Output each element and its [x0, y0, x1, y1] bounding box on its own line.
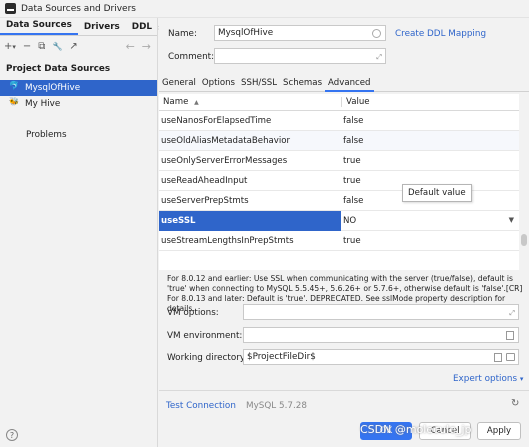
column-name-text: Name [163, 97, 189, 107]
add-icon[interactable]: +▾ [4, 41, 16, 52]
vm-environment-label: VM environment: [167, 331, 243, 341]
back-icon[interactable]: ← [126, 40, 135, 53]
row-value: NO [343, 215, 357, 226]
test-connection-link[interactable]: Test Connection [166, 401, 236, 411]
copy-icon[interactable]: ⧉ [38, 41, 45, 52]
apply-button[interactable]: Apply [477, 422, 521, 440]
hive-icon [9, 97, 19, 109]
app-icon [5, 3, 16, 14]
name-input[interactable]: MysqlOfHive [214, 25, 386, 41]
window-title: Data Sources and Drivers [21, 3, 136, 14]
row-name: useServerPrepStmts [161, 195, 249, 206]
row-name: useReadAheadInput [161, 175, 248, 186]
expert-options-link[interactable]: Expert options ▾ [453, 374, 523, 384]
divider [159, 390, 529, 391]
table-scrollbar[interactable] [521, 94, 527, 270]
chevron-down-icon: ▾ [519, 375, 524, 383]
working-directory-input[interactable]: $ProjectFileDir$ [243, 349, 519, 365]
tab-ddl[interactable]: DDL [126, 22, 158, 35]
right-pane: Name: MysqlOfHive Create DDL Mapping Com… [159, 18, 529, 447]
table-row[interactable]: useStreamLengthsInPrepStmts true [159, 231, 519, 251]
row-value-dropdown[interactable]: NO ▼ [341, 216, 519, 226]
table-row[interactable]: useNanosForElapsedTime false [159, 111, 519, 131]
table-row[interactable]: useOnlyServerErrorMessages true [159, 151, 519, 171]
vm-environment-input[interactable] [243, 327, 519, 343]
left-toolbar: +▾ − ⧉ 🔧 ↗ ← → [0, 36, 157, 56]
row-name: useOnlyServerErrorMessages [161, 155, 288, 166]
row-value[interactable]: true [341, 156, 519, 166]
folder-icon[interactable] [506, 353, 515, 361]
working-directory-value: $ProjectFileDir$ [247, 352, 316, 362]
tab-schemas[interactable]: Schemas [280, 76, 325, 92]
chevron-down-icon[interactable]: ▼ [509, 216, 514, 226]
tab-data-sources[interactable]: Data Sources [0, 20, 78, 35]
refresh-icon[interactable]: ↻ [511, 398, 519, 409]
table-header: Name ▲ Value [159, 94, 519, 111]
data-source-item-my-hive[interactable]: My Hive [0, 96, 157, 112]
comment-label: Comment: [168, 52, 215, 62]
data-source-item-mysqlofhive[interactable]: MysqlOfHive [0, 80, 157, 96]
tab-drivers[interactable]: Drivers [78, 22, 126, 35]
export-icon[interactable]: ↗ [69, 41, 77, 52]
left-pane: Data Sources Drivers DDL » +▾ − ⧉ 🔧 ↗ ← … [0, 18, 163, 447]
table-row[interactable]: useOldAliasMetadataBehavior false [159, 131, 519, 151]
macros-icon[interactable] [494, 353, 502, 362]
remove-icon[interactable]: − [23, 41, 31, 52]
expert-options-text: Expert options [453, 374, 518, 384]
browse-icon[interactable] [506, 331, 514, 340]
properties-table: Name ▲ Value useNanosForElapsedTime fals… [159, 94, 519, 270]
data-source-label: My Hive [25, 99, 61, 109]
problems-item[interactable]: Problems [0, 112, 157, 140]
row-value[interactable]: true [341, 236, 519, 246]
row-value[interactable]: false [341, 136, 519, 146]
tab-advanced[interactable]: Advanced [325, 76, 374, 92]
watermark: CSDN @molecule_jp [360, 423, 472, 436]
row-name: useStreamLengthsInPrepStmts [161, 235, 294, 246]
table-row-selected[interactable]: useSSL NO ▼ [159, 210, 519, 231]
name-status-icon [372, 29, 381, 38]
tab-general[interactable]: General [159, 76, 199, 92]
add-dropdown-icon: ▾ [12, 42, 16, 51]
settings-icon[interactable]: 🔧 [52, 42, 62, 51]
mysql-icon [9, 81, 19, 93]
row-name: useOldAliasMetadataBehavior [161, 135, 291, 146]
expand-icon[interactable]: ⤢ [376, 53, 382, 62]
row-name: useNanosForElapsedTime [161, 115, 272, 126]
title-bar: Data Sources and Drivers [0, 0, 529, 18]
settings-tabs: General Options SSH/SSL Schemas Advanced [159, 76, 529, 92]
sort-asc-icon: ▲ [194, 99, 199, 106]
name-label: Name: [168, 29, 197, 39]
scrollbar-thumb[interactable] [521, 234, 527, 246]
driver-version: MySQL 5.7.28 [246, 401, 307, 411]
section-project-data-sources: Project Data Sources [6, 64, 111, 74]
working-directory-label: Working directory: [167, 353, 248, 363]
comment-input[interactable]: ⤢ [214, 48, 386, 64]
tab-options[interactable]: Options [199, 76, 238, 92]
row-name: useSSL [159, 210, 341, 231]
expand-icon[interactable]: ⤢ [509, 309, 515, 318]
column-header-name[interactable]: Name ▲ [159, 97, 341, 107]
default-value-tooltip: Default value [402, 184, 472, 202]
column-header-value[interactable]: Value [341, 97, 370, 107]
forward-icon[interactable]: → [142, 40, 151, 53]
data-source-label: MysqlOfHive [25, 83, 81, 93]
name-value: MysqlOfHive [218, 28, 274, 38]
row-value[interactable]: false [341, 116, 519, 126]
left-tabs: Data Sources Drivers DDL » [0, 18, 163, 36]
tab-ssh-ssl[interactable]: SSH/SSL [238, 76, 280, 92]
create-ddl-mapping-link[interactable]: Create DDL Mapping [395, 29, 486, 39]
help-icon[interactable]: ? [6, 429, 18, 441]
vm-options-input[interactable]: ⤢ [243, 304, 519, 320]
vm-options-label: VM options: [167, 308, 219, 318]
